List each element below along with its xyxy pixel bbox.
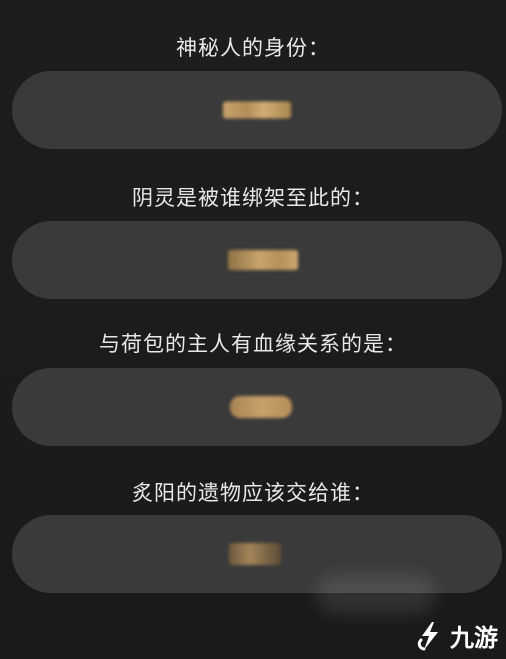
watermark-glow — [316, 574, 436, 614]
blurred-answer-1 — [223, 101, 291, 119]
question-4-label: 炙阳的遗物应该交给谁： — [132, 481, 374, 505]
question-3-label: 与荷包的主人有血缘关系的是： — [99, 332, 407, 356]
quiz-screen: 神秘人的身份： 阴灵是被谁绑架至此的： 与荷包的主人有血缘关系的是： 炙阳的遗物… — [0, 0, 506, 659]
question-2-label: 阴灵是被谁绑架至此的： — [132, 186, 374, 210]
question-1-label: 神秘人的身份： — [176, 36, 330, 60]
blurred-answer-2 — [228, 250, 298, 270]
answer-box-3[interactable] — [12, 368, 502, 446]
watermark-text: 九游 — [450, 624, 498, 652]
answer-box-1[interactable] — [12, 71, 502, 149]
jiuyou-logo-icon — [412, 619, 446, 653]
blurred-answer-3 — [230, 396, 292, 418]
blurred-answer-4 — [229, 543, 281, 565]
answer-box-2[interactable] — [12, 221, 502, 299]
watermark: 九游 — [412, 618, 498, 653]
